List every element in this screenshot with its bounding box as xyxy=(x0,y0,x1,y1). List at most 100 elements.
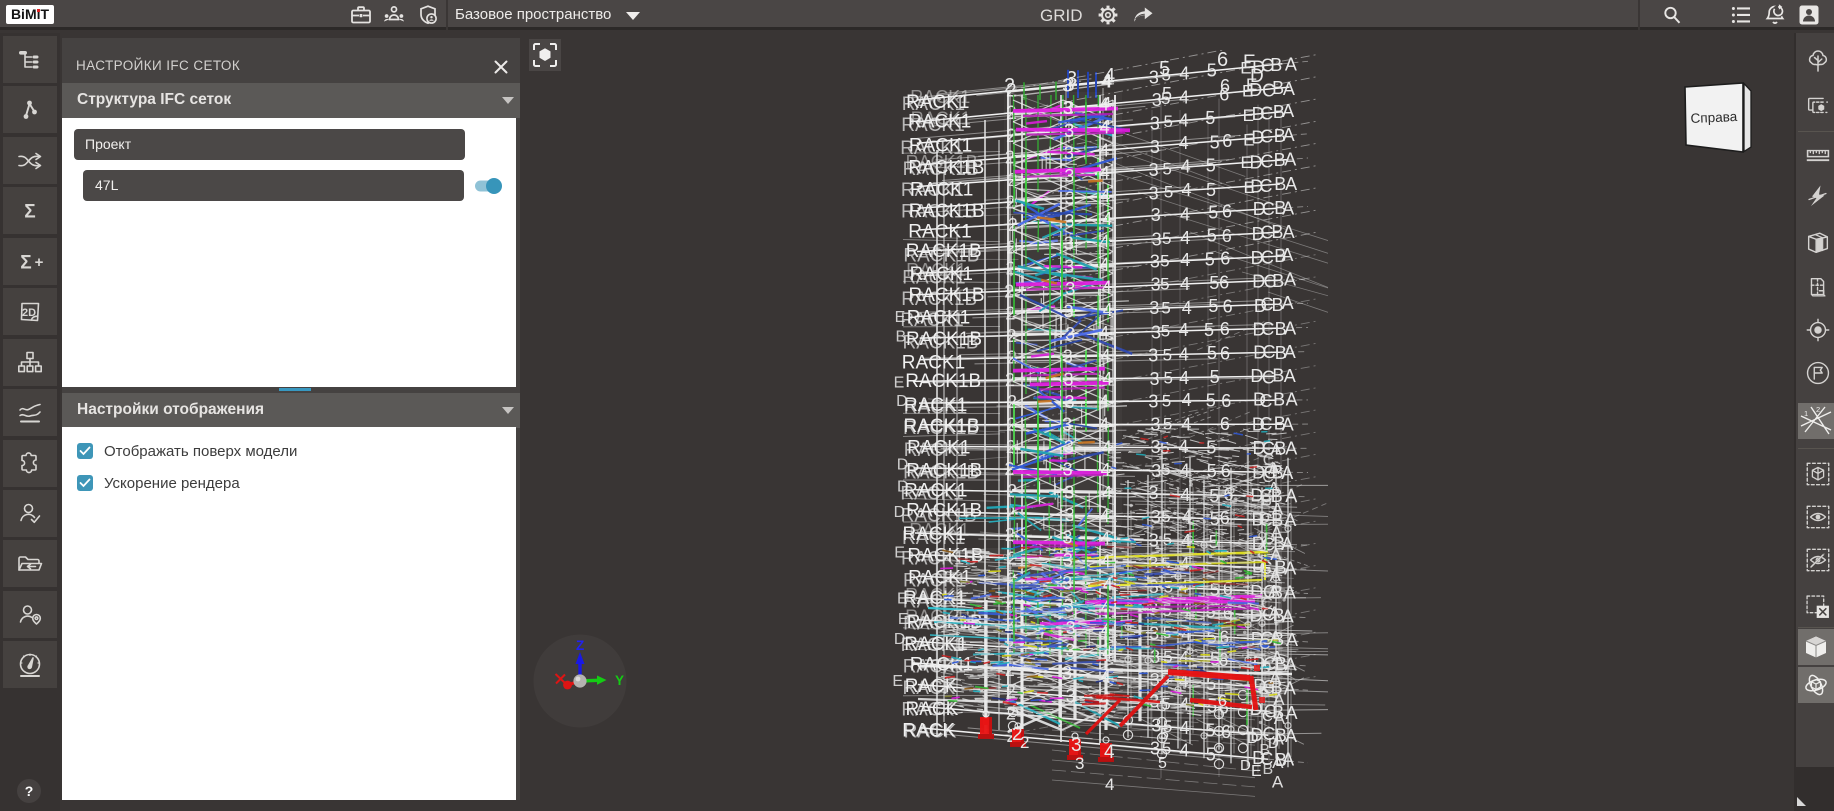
svg-text:3: 3 xyxy=(1065,641,1075,661)
svg-text:3: 3 xyxy=(1064,143,1074,163)
svg-text:6: 6 xyxy=(1219,273,1229,293)
svg-text:A: A xyxy=(1270,628,1282,647)
svg-text:4: 4 xyxy=(1102,209,1112,229)
svg-text:4: 4 xyxy=(1099,415,1109,435)
svg-text:5: 5 xyxy=(1209,273,1219,293)
svg-text:4: 4 xyxy=(1102,483,1112,503)
svg-text:C: C xyxy=(1260,152,1273,172)
svg-text:C: C xyxy=(1259,391,1272,411)
svg-text:4: 4 xyxy=(1100,117,1110,137)
svg-text:A: A xyxy=(1274,709,1286,728)
svg-text:A: A xyxy=(1281,245,1293,265)
svg-text:D: D xyxy=(894,631,906,648)
svg-text:5: 5 xyxy=(1161,299,1170,318)
svg-text:3: 3 xyxy=(1062,573,1072,593)
svg-text:3: 3 xyxy=(1063,347,1073,367)
svg-text:C: C xyxy=(1260,176,1273,196)
svg-text:Σ: Σ xyxy=(24,201,35,222)
svg-text:A: A xyxy=(1285,174,1297,194)
svg-text:C: C xyxy=(1260,414,1273,434)
svg-text:E: E xyxy=(1246,75,1257,94)
svg-text:RACK1: RACK1 xyxy=(910,87,970,107)
svg-text:B: B xyxy=(896,329,907,346)
svg-text:RACK1B: RACK1B xyxy=(906,152,978,172)
svg-text:4: 4 xyxy=(1101,597,1111,617)
svg-text:6: 6 xyxy=(1222,226,1232,246)
svg-text:C: C xyxy=(1259,636,1271,653)
svg-text:4: 4 xyxy=(1101,460,1111,480)
svg-text:6: 6 xyxy=(1220,248,1230,268)
svg-text:RACK1: RACK1 xyxy=(909,520,969,540)
svg-text:4: 4 xyxy=(1102,369,1112,389)
svg-text:D: D xyxy=(897,478,909,495)
svg-text:3: 3 xyxy=(1062,663,1072,683)
svg-text:D: D xyxy=(1240,757,1251,774)
svg-text:A: A xyxy=(1281,463,1293,483)
svg-text:3: 3 xyxy=(1148,345,1158,365)
svg-text:3: 3 xyxy=(1064,595,1074,615)
svg-text:3: 3 xyxy=(1064,166,1074,186)
svg-text:5: 5 xyxy=(1160,275,1169,294)
svg-text:4: 4 xyxy=(1102,277,1112,297)
svg-text:A: A xyxy=(1286,389,1298,409)
svg-text:A: A xyxy=(1271,647,1283,666)
svg-text:4: 4 xyxy=(1179,63,1189,83)
svg-text:3: 3 xyxy=(1150,369,1160,389)
svg-text:2: 2 xyxy=(1020,733,1029,752)
svg-text:Справа: Справа xyxy=(1690,109,1738,126)
svg-text:4: 4 xyxy=(1101,620,1111,640)
svg-text:6: 6 xyxy=(1220,319,1230,339)
svg-text:5: 5 xyxy=(1162,229,1171,248)
svg-text:3: 3 xyxy=(1066,686,1076,706)
svg-text:A: A xyxy=(1272,753,1284,772)
svg-text:E: E xyxy=(1251,763,1262,780)
svg-text:4: 4 xyxy=(1100,506,1110,526)
svg-text:C: C xyxy=(1262,708,1273,725)
svg-text:4: 4 xyxy=(1101,552,1111,572)
svg-text:D: D xyxy=(1247,730,1259,747)
svg-text:5: 5 xyxy=(1160,726,1169,743)
svg-text:D: D xyxy=(1268,735,1279,752)
svg-text:B: B xyxy=(1258,682,1269,699)
svg-text:E: E xyxy=(892,673,903,690)
svg-text:RACK1: RACK1 xyxy=(908,222,971,243)
svg-text:4: 4 xyxy=(1099,323,1109,343)
svg-text:3: 3 xyxy=(1064,437,1074,457)
svg-text:5: 5 xyxy=(1158,755,1167,772)
svg-text:3: 3 xyxy=(1063,460,1073,480)
svg-text:4: 4 xyxy=(1099,140,1109,160)
svg-text:4: 4 xyxy=(1180,274,1190,294)
svg-text:Z: Z xyxy=(576,638,584,653)
svg-text:4: 4 xyxy=(1099,392,1109,412)
svg-text:RACK1: RACK1 xyxy=(900,310,963,331)
svg-text:C: C xyxy=(1261,248,1274,268)
svg-text:5: 5 xyxy=(1208,296,1218,316)
svg-text:4: 4 xyxy=(1104,742,1115,763)
svg-text:D: D xyxy=(896,393,908,410)
svg-text:5: 5 xyxy=(1207,343,1217,363)
svg-text:2D: 2D xyxy=(22,307,36,319)
svg-text:5: 5 xyxy=(1161,322,1170,341)
svg-text:Σ: Σ xyxy=(20,252,31,273)
svg-text:4: 4 xyxy=(1179,368,1189,388)
svg-text:A: A xyxy=(1282,414,1294,434)
svg-text:A: A xyxy=(1284,149,1296,169)
svg-text:5: 5 xyxy=(1207,61,1217,81)
svg-text:3: 3 xyxy=(1150,113,1160,133)
svg-text:+: + xyxy=(35,254,44,271)
svg-text:A: A xyxy=(1270,545,1282,564)
svg-text:6: 6 xyxy=(1218,693,1227,710)
svg-text:3: 3 xyxy=(1062,75,1072,95)
svg-text:3: 3 xyxy=(1150,137,1160,157)
svg-text:3: 3 xyxy=(1064,121,1074,141)
svg-text:4: 4 xyxy=(1182,390,1192,410)
svg-text:4: 4 xyxy=(1102,72,1112,92)
svg-text:4: 4 xyxy=(1101,346,1111,366)
svg-text:RACK1: RACK1 xyxy=(911,109,971,129)
svg-text:B: B xyxy=(1272,366,1284,386)
svg-text:4: 4 xyxy=(1100,186,1110,206)
svg-text:Y: Y xyxy=(615,673,624,688)
svg-text:B: B xyxy=(1261,492,1272,509)
svg-text:C: C xyxy=(1260,103,1273,123)
svg-text:3: 3 xyxy=(1149,298,1159,318)
